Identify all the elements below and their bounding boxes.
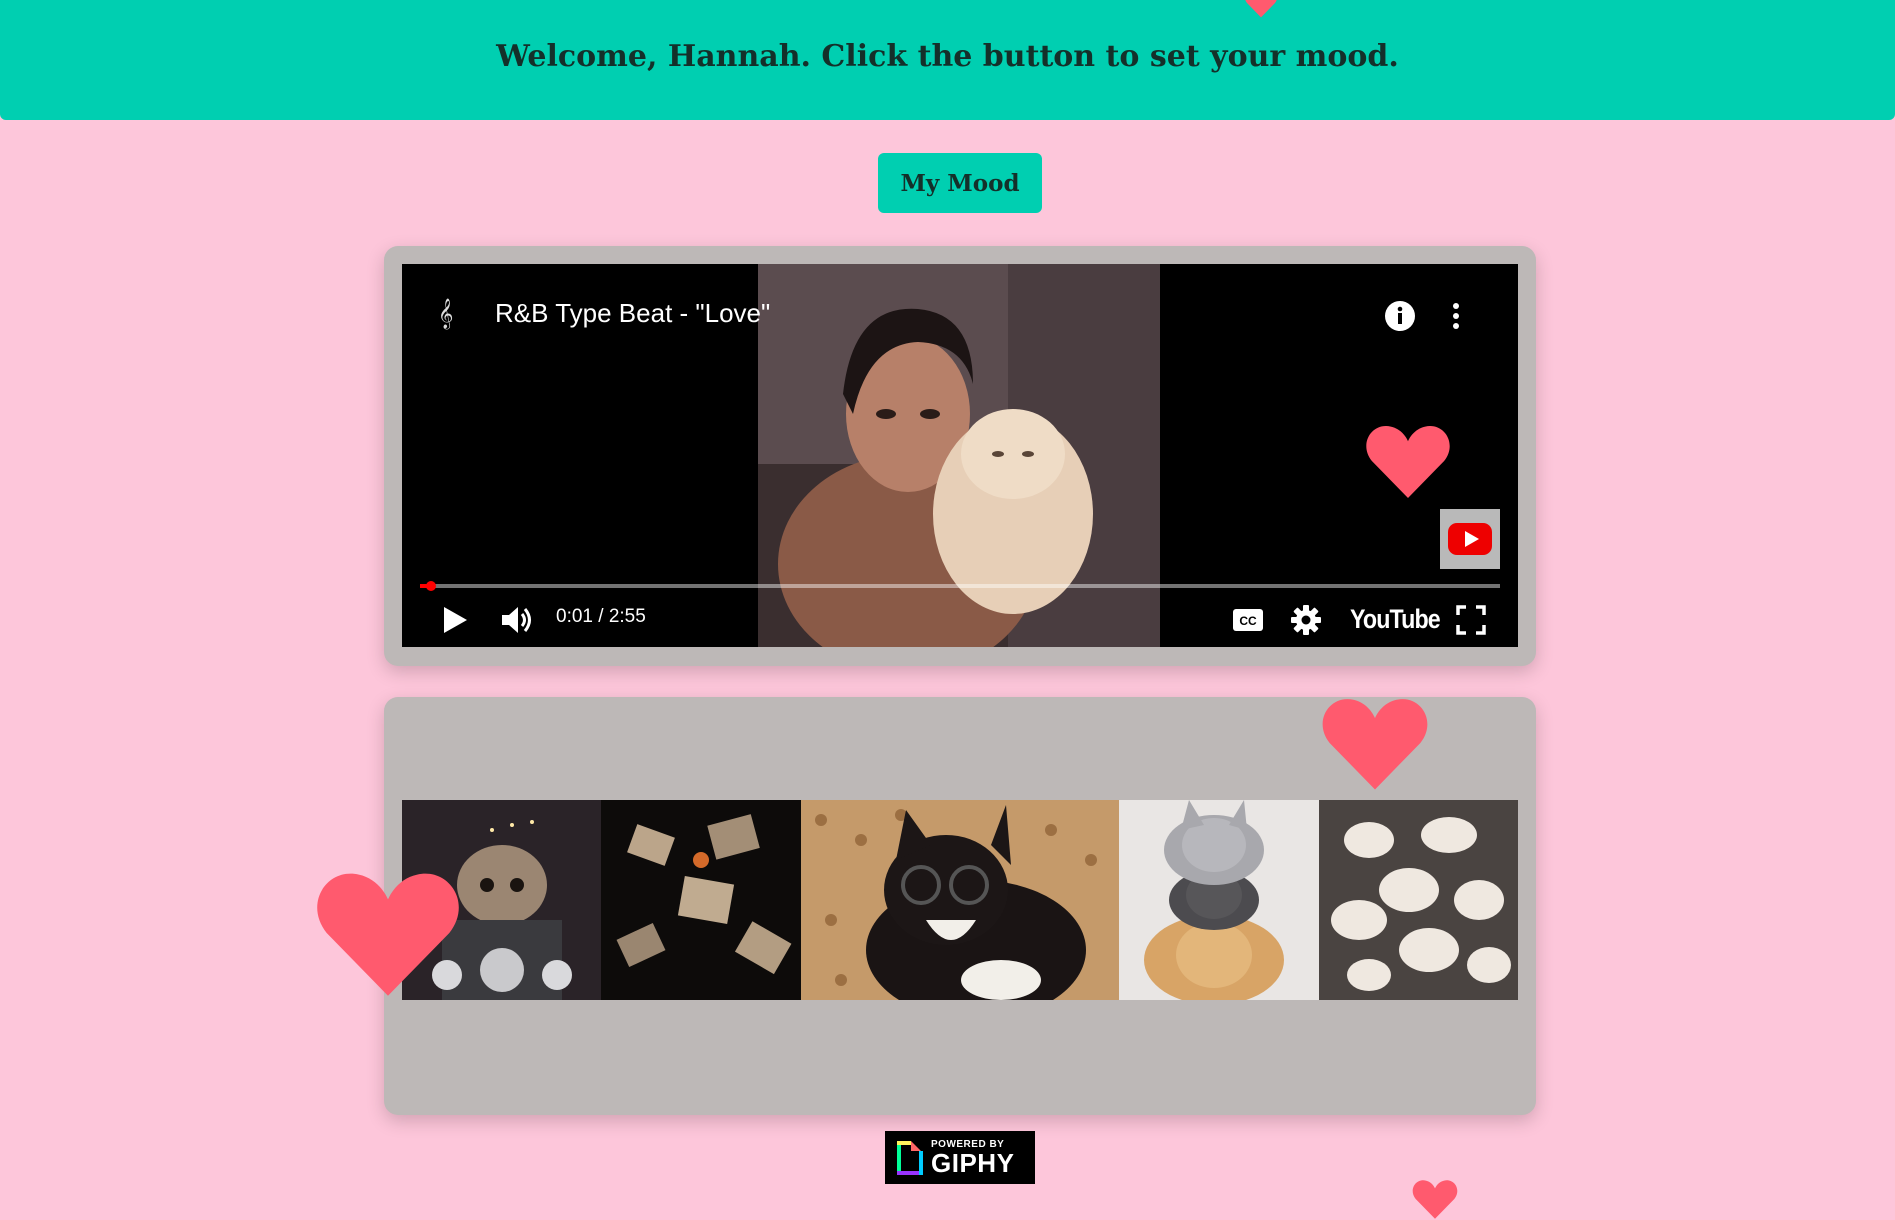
gif-stacked-cats[interactable]	[1119, 800, 1319, 1000]
giphy-wordmark: GIPHY	[931, 1147, 1015, 1178]
volume-icon[interactable]	[500, 604, 536, 636]
gif-flying-debris[interactable]	[601, 800, 801, 1000]
youtube-player[interactable]: 𝄞 R&B Type Beat - "Love" 0:01 / 2:55 CC …	[402, 264, 1518, 647]
heart-icon	[1245, 0, 1277, 18]
video-thumbnail	[758, 264, 1160, 647]
video-title[interactable]: R&B Type Beat - "Love"	[495, 298, 770, 329]
heart-icon	[1366, 426, 1450, 498]
video-card: 𝄞 R&B Type Beat - "Love" 0:01 / 2:55 CC …	[384, 246, 1536, 666]
gif-cat-glasses[interactable]	[801, 800, 1119, 1000]
heart-icon	[1412, 1180, 1458, 1219]
heart-icon	[317, 873, 459, 996]
youtube-wordmark[interactable]: YouTube	[1350, 604, 1441, 635]
channel-avatar-icon[interactable]: 𝄞	[438, 298, 453, 330]
giphy-logo-icon	[897, 1140, 923, 1175]
heart-icon	[1322, 699, 1428, 790]
svg-text:CC: CC	[1239, 614, 1257, 628]
progress-bar[interactable]	[420, 581, 1500, 591]
welcome-message: Welcome, Hannah. Click the button to set…	[496, 38, 1399, 74]
my-mood-button[interactable]: My Mood	[878, 153, 1042, 213]
powered-by-giphy[interactable]: POWERED BY GIPHY	[885, 1131, 1035, 1184]
gif-white-kittens[interactable]	[1319, 800, 1518, 1000]
header-bar: Welcome, Hannah. Click the button to set…	[0, 0, 1895, 120]
info-icon[interactable]	[1384, 300, 1416, 332]
gif-strip	[402, 800, 1518, 1000]
time-display: 0:01 / 2:55	[556, 606, 646, 627]
fullscreen-icon[interactable]	[1456, 605, 1486, 635]
captions-icon[interactable]: CC	[1232, 608, 1264, 632]
settings-gear-icon[interactable]	[1290, 604, 1322, 636]
youtube-logo-icon[interactable]	[1440, 509, 1500, 569]
progress-scrubber[interactable]	[425, 581, 436, 591]
more-options-icon[interactable]	[1450, 300, 1462, 332]
play-icon[interactable]	[440, 604, 470, 636]
